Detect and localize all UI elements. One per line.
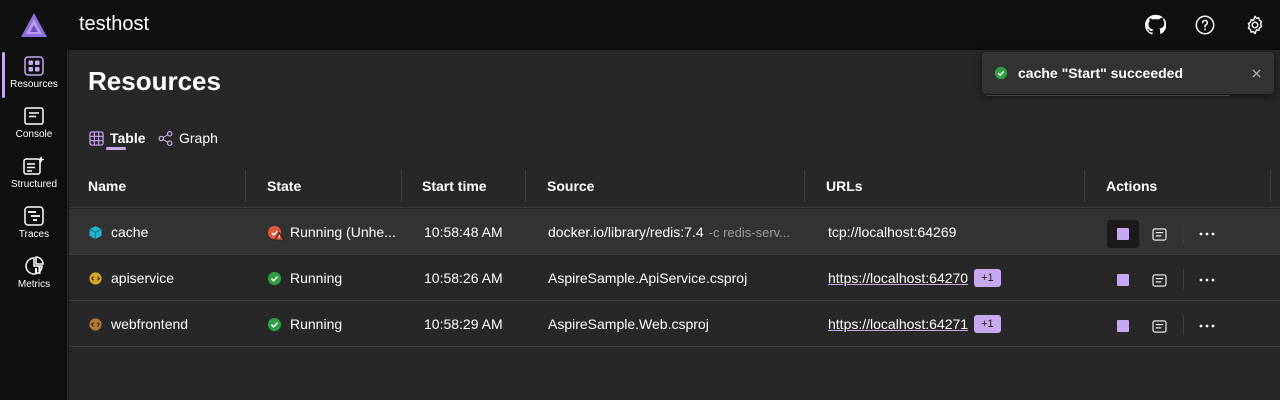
resource-state: Running xyxy=(290,270,343,286)
more-urls-badge[interactable]: +1 xyxy=(974,269,1001,287)
resource-start-time: 10:58:26 AM xyxy=(424,270,503,286)
column-resize-handle[interactable] xyxy=(804,170,805,202)
column-header-state[interactable]: State xyxy=(267,170,301,208)
table-row[interactable]: webfrontend Running 10:58:29 AM AspireSa… xyxy=(69,301,1280,347)
column-header-source[interactable]: Source xyxy=(547,170,594,208)
resource-state: Running (Unhe... xyxy=(290,224,396,240)
nav-label: Structured xyxy=(10,179,58,190)
toast-message: cache "Start" succeeded xyxy=(1018,65,1184,81)
toast-notification: cache "Start" succeeded xyxy=(982,52,1274,94)
resource-source-args: -c redis-serv... xyxy=(708,224,791,240)
graph-icon xyxy=(158,130,173,146)
resource-url-link[interactable]: https://localhost:64270 xyxy=(828,270,968,286)
nav-item-structured[interactable]: Structured xyxy=(0,150,68,198)
resource-name: apiservice xyxy=(111,270,175,286)
aspire-logo-icon[interactable] xyxy=(21,13,47,37)
actions-divider xyxy=(1183,315,1184,335)
close-icon xyxy=(1251,68,1261,78)
console-icon xyxy=(24,107,44,125)
structured-icon xyxy=(23,156,45,175)
settings-gear-icon[interactable] xyxy=(1243,13,1267,37)
console-logs-icon xyxy=(1151,319,1167,333)
column-resize-handle[interactable] xyxy=(245,170,246,202)
column-resize-handle[interactable] xyxy=(401,170,402,202)
resource-source: AspireSample.Web.csproj xyxy=(548,316,709,332)
stop-button[interactable] xyxy=(1107,312,1139,340)
column-header-start-time[interactable]: Start time xyxy=(422,170,487,208)
running-check-icon xyxy=(267,271,282,285)
more-actions-button[interactable] xyxy=(1191,312,1223,340)
stop-icon xyxy=(1117,274,1129,286)
console-logs-button[interactable] xyxy=(1143,312,1175,340)
success-check-icon xyxy=(994,66,1008,80)
resource-start-time: 10:58:29 AM xyxy=(424,316,503,332)
more-actions-button[interactable] xyxy=(1191,266,1223,294)
stop-icon xyxy=(1117,228,1129,240)
help-icon[interactable] xyxy=(1193,13,1217,37)
running-check-icon xyxy=(267,317,282,331)
console-logs-icon xyxy=(1151,227,1167,241)
nav-label: Resources xyxy=(10,79,58,90)
table-row[interactable]: cache Running (Unhe... 10:58:48 AM docke… xyxy=(69,209,1280,255)
filter-input-underline xyxy=(987,95,1230,96)
metrics-icon xyxy=(25,256,44,275)
main-content: Resources Table Graph Name State Start t… xyxy=(69,50,1280,400)
stop-button[interactable] xyxy=(1107,266,1139,294)
table-header: Name State Start time Source URLs Action… xyxy=(69,170,1280,208)
page-title: Resources xyxy=(88,66,221,96)
resource-source: AspireSample.ApiService.csproj xyxy=(548,270,748,286)
app-header: testhost xyxy=(0,0,1280,50)
resource-state: Running xyxy=(290,316,343,332)
traces-icon xyxy=(24,206,44,226)
side-nav: Resources Console Structured Traces Metr… xyxy=(0,50,68,400)
tab-graph[interactable]: Graph xyxy=(158,126,218,150)
tab-label: Graph xyxy=(179,130,218,146)
github-icon[interactable] xyxy=(1143,13,1167,37)
stop-button[interactable] xyxy=(1107,220,1139,248)
container-icon xyxy=(89,225,102,239)
more-actions-button[interactable] xyxy=(1191,220,1223,248)
nav-label: Console xyxy=(15,129,53,140)
toast-close-button[interactable] xyxy=(1248,65,1264,81)
column-header-name[interactable]: Name xyxy=(88,170,126,208)
tab-active-indicator xyxy=(106,147,126,150)
column-resize-handle[interactable] xyxy=(525,170,526,202)
nav-label: Metrics xyxy=(17,279,51,290)
project-icon xyxy=(89,271,102,285)
console-logs-icon xyxy=(1151,273,1167,287)
nav-label: Traces xyxy=(18,229,50,240)
nav-item-resources[interactable]: Resources xyxy=(0,50,68,98)
resource-url: tcp://localhost:64269 xyxy=(828,224,957,240)
resource-name: webfrontend xyxy=(111,316,189,332)
resource-source: docker.io/library/redis:7.4 xyxy=(548,224,704,240)
resource-start-time: 10:58:48 AM xyxy=(424,224,503,240)
actions-divider xyxy=(1183,269,1184,289)
column-resize-handle[interactable] xyxy=(1270,170,1271,202)
tab-label: Table xyxy=(110,130,146,146)
stop-icon xyxy=(1117,320,1129,332)
nav-item-console[interactable]: Console xyxy=(0,100,68,148)
more-urls-badge[interactable]: +1 xyxy=(974,315,1001,333)
nav-item-metrics[interactable]: Metrics xyxy=(0,250,68,298)
table-icon xyxy=(89,130,104,146)
table-row[interactable]: apiservice Running 10:58:26 AM AspireSam… xyxy=(69,255,1280,301)
console-logs-button[interactable] xyxy=(1143,220,1175,248)
ellipsis-icon xyxy=(1199,324,1215,328)
actions-divider xyxy=(1183,223,1184,243)
project-icon xyxy=(89,317,102,331)
ellipsis-icon xyxy=(1199,278,1215,282)
resources-icon xyxy=(24,56,44,76)
column-header-urls[interactable]: URLs xyxy=(826,170,863,208)
app-title[interactable]: testhost xyxy=(79,13,149,36)
ellipsis-icon xyxy=(1199,232,1215,236)
unhealthy-warning-icon xyxy=(267,225,284,241)
nav-item-traces[interactable]: Traces xyxy=(0,200,68,248)
column-header-actions: Actions xyxy=(1106,178,1158,194)
console-logs-button[interactable] xyxy=(1143,266,1175,294)
resource-url-link[interactable]: https://localhost:64271 xyxy=(828,316,968,332)
resource-name: cache xyxy=(111,224,149,240)
column-resize-handle[interactable] xyxy=(1084,170,1085,202)
